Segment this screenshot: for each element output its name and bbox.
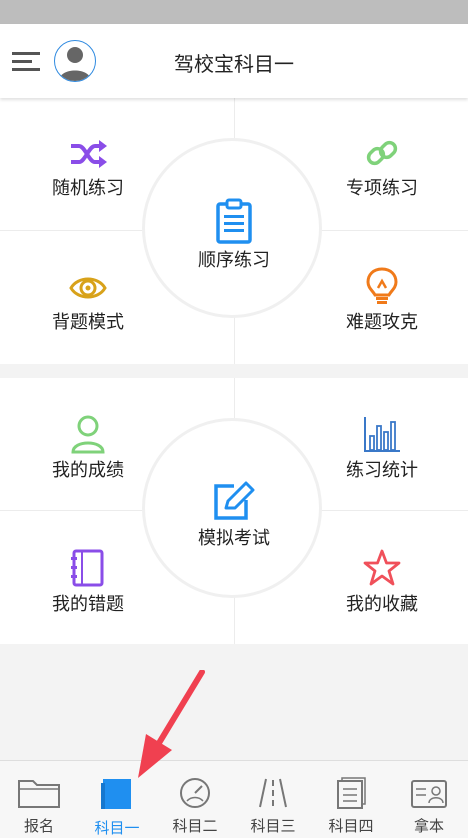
folder-icon [18,780,60,808]
road-icon [259,778,287,808]
special-practice-button[interactable]: 专项练习 [302,136,462,200]
page-title: 驾校宝科目一 [174,52,294,76]
memorize-mode-label: 背题模式 [52,312,124,333]
wrong-questions-label: 我的错题 [52,594,124,615]
tab-label: 科目一 [94,819,140,837]
practice-stats-button[interactable]: 练习统计 [302,414,462,482]
exam-panel: 我的成绩 练习统计 我的错题 我的收藏 模拟考试 [0,378,468,644]
sequential-practice-label: 顺序练习 [198,250,270,271]
tab-label: 科目三 [250,817,296,835]
tab-label: 拿本 [413,817,444,835]
tab-subject-four[interactable]: 科目四 [312,761,390,838]
tab-label: 报名 [23,817,54,835]
tab-label: 科目四 [328,817,374,835]
star-icon [363,549,401,586]
bottom-tab-bar: 报名 科目一 科目二 科目三 科目四 拿本 [0,760,468,838]
sequential-practice-button[interactable]: 顺序练习 [152,198,316,272]
annotation-arrow [138,670,205,778]
document-icon [337,777,366,809]
eye-icon [69,277,107,299]
my-scores-button[interactable]: 我的成绩 [8,414,168,482]
random-practice-label: 随机练习 [52,178,124,199]
user-icon [71,415,105,454]
hard-questions-label: 难题攻克 [346,312,418,333]
favorites-label: 我的收藏 [346,594,418,615]
link-icon [366,140,398,166]
favorites-button[interactable]: 我的收藏 [302,548,462,616]
tab-get-license[interactable]: 拿本 [390,761,468,838]
random-practice-button[interactable]: 随机练习 [8,136,168,200]
special-practice-label: 专项练习 [346,178,418,199]
hard-questions-button[interactable]: 难题攻克 [302,266,462,334]
app-header: 驾校宝科目一 [0,24,468,98]
practice-stats-label: 练习统计 [346,460,418,481]
lightbulb-icon [366,267,398,304]
tab-label: 科目二 [172,817,218,835]
wrong-questions-button[interactable]: 我的错题 [8,548,168,616]
mock-exam-button[interactable]: 模拟考试 [152,480,316,550]
id-card-icon [411,780,447,808]
practice-panel: 随机练习 专项练习 背题模式 难题攻克 顺序练习 [0,98,468,364]
shuffle-icon [71,140,107,168]
tab-signup[interactable]: 报名 [0,761,78,838]
bar-chart-icon [364,417,400,452]
my-scores-label: 我的成绩 [52,460,124,481]
tab-subject-three[interactable]: 科目三 [234,761,312,838]
book-icon [101,779,131,809]
clipboard-icon [216,198,252,244]
mock-exam-label: 模拟考试 [198,528,270,549]
edit-icon [214,481,255,520]
memorize-mode-button[interactable]: 背题模式 [8,270,168,334]
status-bar [0,0,468,24]
notebook-icon [71,549,104,587]
